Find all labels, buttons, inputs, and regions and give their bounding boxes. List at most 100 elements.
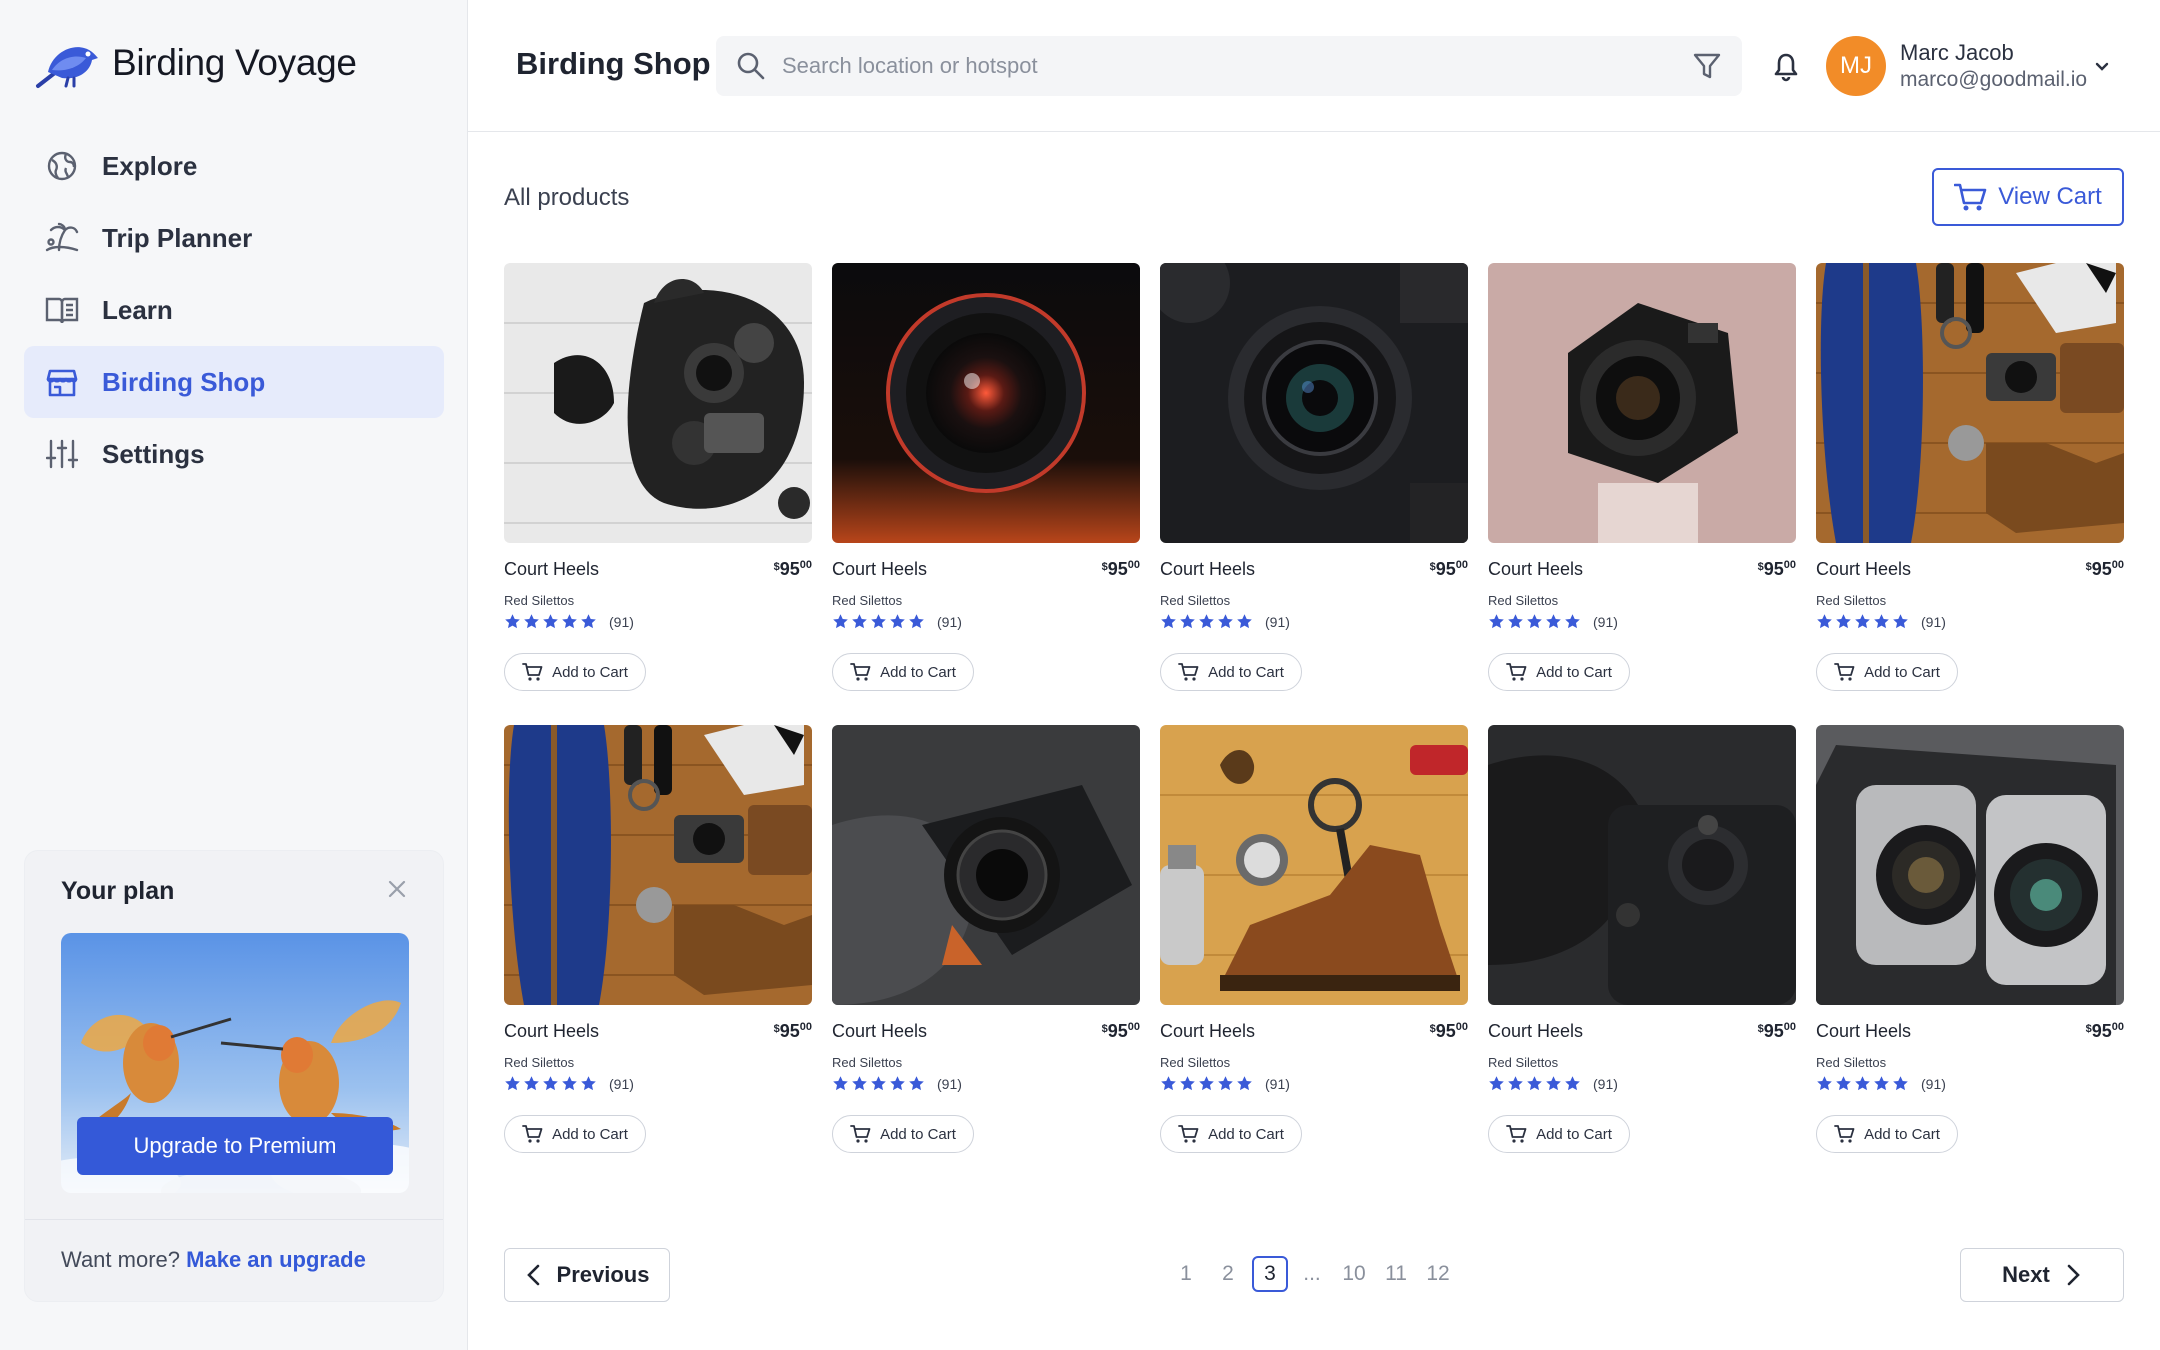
product-name[interactable]: Court Heels xyxy=(504,559,599,580)
island-icon xyxy=(44,220,80,256)
star-icon xyxy=(543,614,558,629)
add-to-cart-button[interactable]: Add to Cart xyxy=(504,1115,646,1153)
product-image[interactable] xyxy=(832,725,1140,1005)
chevron-down-icon[interactable] xyxy=(2092,56,2112,76)
section-label: All products xyxy=(504,184,630,211)
star-icon xyxy=(1855,1076,1870,1091)
price-main: 95 xyxy=(1435,559,1456,579)
star-icon xyxy=(1199,1076,1214,1091)
add-to-cart-button[interactable]: Add to Cart xyxy=(1160,653,1302,691)
product-price: $9500 xyxy=(773,1021,812,1041)
star-icon xyxy=(1218,1076,1233,1091)
product-image[interactable] xyxy=(1160,725,1468,1005)
product-image[interactable] xyxy=(1488,725,1796,1005)
product-card[interactable]: Court Heels $9500 Red Silettos (91) Add … xyxy=(1816,725,2124,1153)
review-count: (91) xyxy=(609,613,634,630)
page-number[interactable]: 3 xyxy=(1252,1256,1288,1292)
bell-icon[interactable] xyxy=(1768,48,1804,84)
cart-icon xyxy=(522,663,543,681)
product-image[interactable] xyxy=(832,263,1140,543)
add-to-cart-button[interactable]: Add to Cart xyxy=(1816,1115,1958,1153)
review-count: (91) xyxy=(1921,613,1946,630)
price-cents: 00 xyxy=(799,559,812,571)
page-number[interactable]: 1 xyxy=(1168,1256,1204,1292)
sliders-icon xyxy=(44,436,80,472)
product-image[interactable] xyxy=(1816,725,2124,1005)
product-image[interactable] xyxy=(1488,263,1796,543)
star-icon xyxy=(909,1076,924,1091)
view-cart-button[interactable]: View Cart xyxy=(1932,168,2124,226)
product-card[interactable]: Court Heels $9500 Red Silettos (91) Add … xyxy=(1160,725,1468,1153)
sidebar-item-settings[interactable]: Settings xyxy=(24,418,444,490)
page-number[interactable]: 10 xyxy=(1336,1256,1372,1292)
add-to-cart-button[interactable]: Add to Cart xyxy=(832,653,974,691)
star-icon xyxy=(1893,614,1908,629)
star-icon xyxy=(1855,614,1870,629)
product-name[interactable]: Court Heels xyxy=(832,559,927,580)
page-number[interactable]: 2 xyxy=(1210,1256,1246,1292)
search-input[interactable] xyxy=(766,36,1692,96)
rating: (91) xyxy=(832,1075,962,1092)
star-icon xyxy=(1161,1076,1176,1091)
add-to-cart-button[interactable]: Add to Cart xyxy=(1816,653,1958,691)
product-card[interactable]: Court Heels $9500 Red Silettos (91) Add … xyxy=(504,725,812,1153)
cart-icon xyxy=(1506,663,1527,681)
divider xyxy=(25,1219,443,1220)
product-card[interactable]: Court Heels $9500 Red Silettos (91) Add … xyxy=(504,263,812,691)
product-name[interactable]: Court Heels xyxy=(832,1021,927,1042)
price-main: 95 xyxy=(1107,1021,1128,1041)
avatar[interactable]: MJ xyxy=(1826,36,1886,96)
product-card[interactable]: Court Heels $9500 Red Silettos (91) Add … xyxy=(1488,263,1796,691)
filter-icon[interactable] xyxy=(1692,51,1722,81)
price-cents: 00 xyxy=(2111,1021,2124,1033)
product-name[interactable]: Court Heels xyxy=(1816,559,1911,580)
star-icon xyxy=(1546,1076,1561,1091)
product-card[interactable]: Court Heels $9500 Red Silettos (91) Add … xyxy=(832,725,1140,1153)
add-to-cart-button[interactable]: Add to Cart xyxy=(504,653,646,691)
sidebar-item-birding-shop[interactable]: Birding Shop xyxy=(24,346,444,418)
page-number[interactable]: 12 xyxy=(1420,1256,1456,1292)
product-image[interactable] xyxy=(504,725,812,1005)
add-to-cart-button[interactable]: Add to Cart xyxy=(832,1115,974,1153)
plan-more-text: Want more? xyxy=(61,1247,181,1272)
upgrade-button[interactable]: Upgrade to Premium xyxy=(77,1117,393,1175)
chevron-right-icon xyxy=(2067,1264,2080,1286)
product-name[interactable]: Court Heels xyxy=(504,1021,599,1042)
product-image[interactable] xyxy=(1160,263,1468,543)
close-icon[interactable] xyxy=(387,879,407,899)
brand[interactable]: Birding Voyage xyxy=(34,36,357,90)
next-button[interactable]: Next xyxy=(1960,1248,2124,1302)
add-to-cart-button[interactable]: Add to Cart xyxy=(1160,1115,1302,1153)
product-name[interactable]: Court Heels xyxy=(1488,1021,1583,1042)
product-price: $9500 xyxy=(773,559,812,579)
make-upgrade-link[interactable]: Make an upgrade xyxy=(186,1247,366,1272)
product-card[interactable]: Court Heels $9500 Red Silettos (91) Add … xyxy=(832,263,1140,691)
price-main: 95 xyxy=(1763,559,1784,579)
sidebar-item-learn[interactable]: Learn xyxy=(24,274,444,346)
star-icon xyxy=(1546,614,1561,629)
add-to-cart-button[interactable]: Add to Cart xyxy=(1488,1115,1630,1153)
sidebar-item-trip-planner[interactable]: Trip Planner xyxy=(24,202,444,274)
product-card[interactable]: Court Heels $9500 Red Silettos (91) Add … xyxy=(1488,725,1796,1153)
product-name[interactable]: Court Heels xyxy=(1816,1021,1911,1042)
sidebar-item-explore[interactable]: Explore xyxy=(24,130,444,202)
search-bar[interactable] xyxy=(716,36,1742,96)
add-to-cart-button[interactable]: Add to Cart xyxy=(1488,653,1630,691)
price-main: 95 xyxy=(779,1021,800,1041)
product-name[interactable]: Court Heels xyxy=(1160,559,1255,580)
cart-icon xyxy=(850,1125,871,1143)
previous-button[interactable]: Previous xyxy=(504,1248,670,1302)
product-card[interactable]: Court Heels $9500 Red Silettos (91) Add … xyxy=(1816,263,2124,691)
price-cents: 00 xyxy=(1783,559,1796,571)
plan-title: Your plan xyxy=(61,877,175,905)
product-name[interactable]: Court Heels xyxy=(1488,559,1583,580)
product-name[interactable]: Court Heels xyxy=(1160,1021,1255,1042)
product-image[interactable] xyxy=(1816,263,2124,543)
star-icon xyxy=(524,614,539,629)
product-image[interactable] xyxy=(504,263,812,543)
star-icon xyxy=(871,614,886,629)
product-price: $9500 xyxy=(1429,1021,1468,1041)
product-card[interactable]: Court Heels $9500 Red Silettos (91) Add … xyxy=(1160,263,1468,691)
price-cents: 00 xyxy=(1127,1021,1140,1033)
page-number[interactable]: 11 xyxy=(1378,1256,1414,1292)
